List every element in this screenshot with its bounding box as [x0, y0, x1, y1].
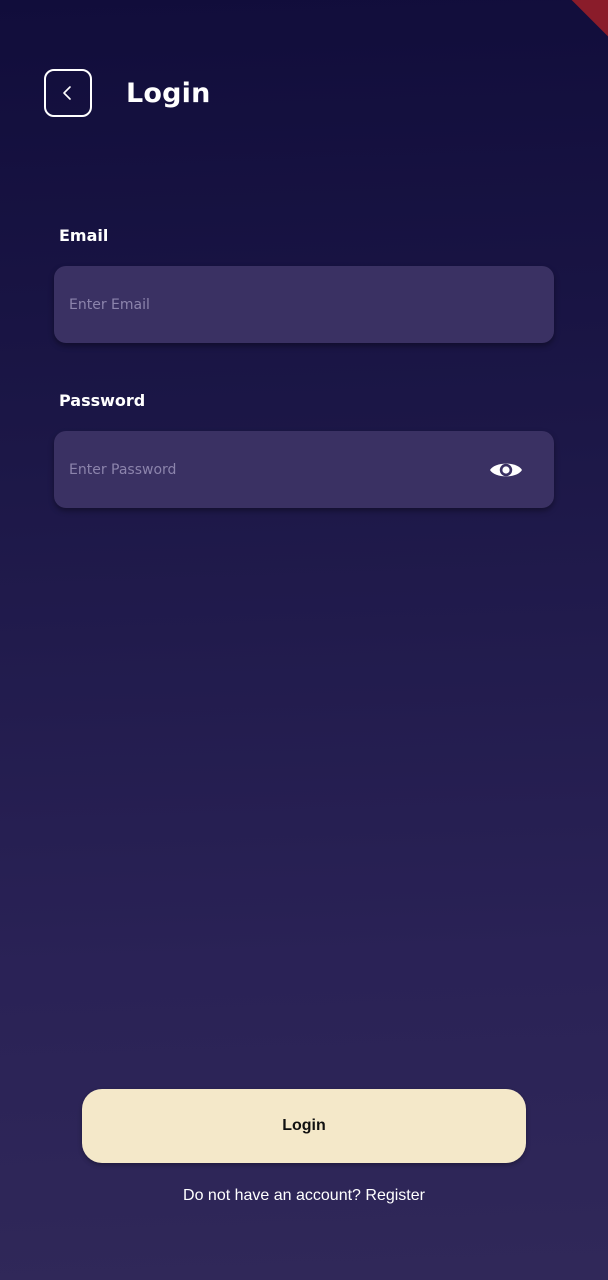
password-field-container [54, 431, 554, 508]
register-prompt-text: Do not have an account? [183, 1187, 361, 1204]
login-button[interactable]: Login [82, 1089, 526, 1163]
email-label: Email [59, 226, 109, 245]
chevron-left-icon [60, 85, 76, 101]
debug-banner [551, 0, 608, 45]
register-prompt: Do not have an account? Register [0, 1186, 608, 1206]
email-field[interactable] [69, 266, 469, 343]
back-button[interactable] [44, 69, 92, 117]
password-label: Password [59, 391, 146, 410]
register-link[interactable]: Register [365, 1187, 425, 1204]
email-field-container [54, 266, 554, 343]
eye-icon [489, 458, 523, 482]
password-field[interactable] [69, 431, 469, 508]
password-visibility-toggle[interactable] [488, 456, 524, 484]
page-title: Login [126, 78, 211, 109]
